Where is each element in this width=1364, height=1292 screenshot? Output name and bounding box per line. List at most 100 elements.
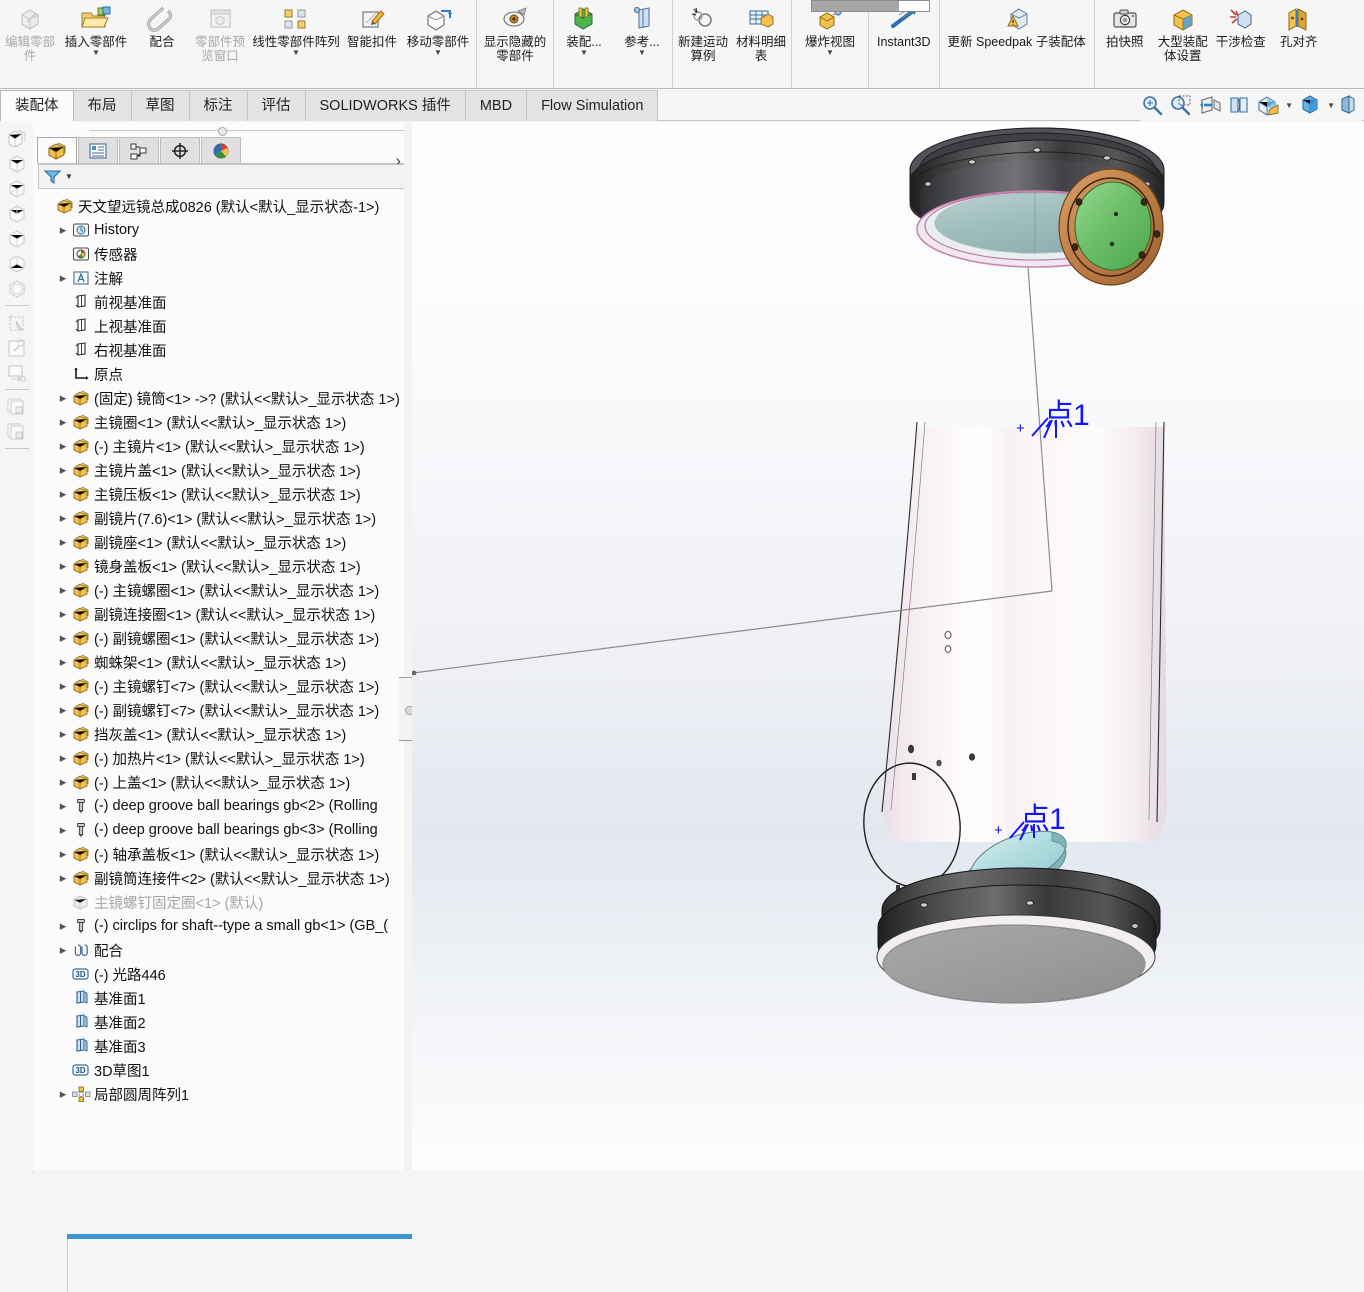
tree-node[interactable]: ▶ 3D (-) 光路446 — [33, 962, 412, 986]
tab-layout[interactable]: 布局 — [73, 90, 132, 121]
zoom-to-fit-icon[interactable] — [1140, 94, 1164, 116]
tab-dimxpert-manager[interactable] — [160, 137, 200, 163]
tab-mbd[interactable]: MBD — [465, 90, 528, 121]
expand-arrow-icon[interactable]: ▶ — [55, 537, 71, 548]
assembly-features-button[interactable]: 装配... ▼ — [555, 0, 613, 88]
panel-pin-dot[interactable] — [218, 127, 227, 136]
expand-arrow-icon[interactable]: ▶ — [55, 777, 71, 788]
expand-arrow-icon[interactable]: ▶ — [55, 945, 71, 956]
rail-icon-sphere-cube[interactable] — [4, 276, 30, 301]
view-orientation-icon[interactable] — [1227, 94, 1251, 116]
tree-node[interactable]: ▶ 基准面3 — [33, 1034, 412, 1058]
linear-component-pattern-button[interactable]: 线性零部件阵列 ▼ — [249, 0, 343, 88]
ribbon-scrollbar[interactable] — [811, 0, 930, 12]
expand-arrow-icon[interactable]: ▶ — [55, 225, 71, 236]
expand-arrow-icon[interactable]: ▶ — [55, 873, 71, 884]
rail-icon-select[interactable] — [4, 310, 30, 335]
tree-node[interactable]: ▶ 前视基准面 — [33, 290, 412, 314]
tree-node[interactable]: ▶ 副镜筒连接件<2> (默认<<默认>_显示状态 1>) — [33, 866, 412, 890]
chevron-down-icon[interactable]: ▼ — [580, 49, 588, 57]
tab-sketch[interactable]: 草图 — [131, 90, 190, 121]
expand-arrow-icon[interactable]: ▶ — [55, 849, 71, 860]
tree-node[interactable]: ▶ (-) 主镜螺钉<7> (默认<<默认>_显示状态 1>) — [33, 674, 412, 698]
tree-node[interactable]: ▶ (-) 副镜螺钉<7> (默认<<默认>_显示状态 1>) — [33, 698, 412, 722]
rail-icon-copy-stack-2[interactable] — [4, 419, 30, 444]
view-settings-icon[interactable] — [1340, 94, 1358, 116]
tree-node[interactable]: ▶ (-) 副镜螺圈<1> (默认<<默认>_显示状态 1>) — [33, 626, 412, 650]
tree-node[interactable]: ▶ (-) deep groove ball bearings gb<3> (Ro… — [33, 818, 412, 842]
zoom-to-area-icon[interactable] — [1169, 94, 1193, 116]
tree-node[interactable]: ▶ (-) 轴承盖板<1> (默认<<默认>_显示状态 1>) — [33, 842, 412, 866]
tree-node[interactable]: ▶ 配合 — [33, 938, 412, 962]
tree-node[interactable]: ▶ 局部圆周阵列1 — [33, 1082, 412, 1106]
expand-arrow-icon[interactable]: ▶ — [55, 273, 71, 284]
tab-flow-simulation[interactable]: Flow Simulation — [527, 90, 659, 121]
rail-icon-isometric-1[interactable] — [4, 126, 30, 151]
expand-arrow-icon[interactable]: ▶ — [55, 681, 71, 692]
tree-node[interactable]: ▶ 3D 3D草图1 — [33, 1058, 412, 1082]
tree-node[interactable]: ▶ 挡灰盖<1> (默认<<默认>_显示状态 1>) — [33, 722, 412, 746]
component-preview-window-button[interactable]: 零部件预览窗口 — [191, 0, 249, 88]
scene-backdrop-chevron-down-icon[interactable]: ▼ — [1327, 101, 1335, 110]
rail-icon-isometric-4[interactable] — [4, 201, 30, 226]
expand-arrow-icon[interactable]: ▶ — [55, 657, 71, 668]
tab-annotation[interactable]: 标注 — [189, 90, 248, 121]
expand-arrow-icon[interactable]: ▶ — [55, 393, 71, 404]
tab-display-manager[interactable] — [201, 137, 241, 163]
tab-assembly[interactable]: 装配体 — [0, 90, 74, 121]
interference-detection-button[interactable]: 干涉检查 — [1212, 0, 1270, 88]
display-style-chevron-down-icon[interactable]: ▼ — [1285, 101, 1293, 110]
tree-node[interactable]: ▶ 基准面1 — [33, 986, 412, 1010]
tree-node[interactable]: ▶ 注解 — [33, 266, 412, 290]
expand-arrow-icon[interactable]: ▶ — [55, 921, 71, 932]
chevron-down-icon[interactable]: ▼ — [638, 49, 646, 57]
smart-fasteners-button[interactable]: 智能扣件 — [343, 0, 401, 88]
rail-icon-tools[interactable] — [4, 335, 30, 360]
expand-arrow-icon[interactable]: ▶ — [55, 513, 71, 524]
chevron-down-icon[interactable]: ▼ — [92, 49, 100, 57]
rail-icon-isometric-3[interactable] — [4, 176, 30, 201]
reference-geometry-button[interactable]: 参考... ▼ — [613, 0, 671, 88]
tab-solidworks-addins[interactable]: SOLIDWORKS 插件 — [305, 90, 466, 121]
rail-icon-copy-stack-1[interactable] — [4, 394, 30, 419]
exploded-view-button[interactable]: 爆炸视图 ▼ — [793, 0, 867, 88]
tree-node[interactable]: ▶ 主镜片盖<1> (默认<<默认>_显示状态 1>) — [33, 458, 412, 482]
tree-node[interactable]: ▶ (-) 加热片<1> (默认<<默认>_显示状态 1>) — [33, 746, 412, 770]
rail-icon-isometric-2[interactable] — [4, 151, 30, 176]
expand-arrow-icon[interactable]: ▶ — [55, 561, 71, 572]
expand-arrow-icon[interactable]: ▶ — [55, 705, 71, 716]
expand-arrow-icon[interactable]: ▶ — [55, 417, 71, 428]
tree-node[interactable]: ▶ (-) 主镜片<1> (默认<<默认>_显示状态 1>) — [33, 434, 412, 458]
annotation-point-1-bottom[interactable]: 点1 + — [994, 794, 1066, 841]
chevron-down-icon[interactable]: ▼ — [826, 49, 834, 57]
annotation-point-1-top[interactable]: 点1 + — [1016, 390, 1090, 439]
show-hidden-components-button[interactable]: 显示隐藏的零部件 — [478, 0, 552, 88]
insert-components-button[interactable]: 插入零部件 ▼ — [59, 0, 133, 88]
feature-tree-filter[interactable]: ▼ — [38, 164, 408, 189]
tree-node[interactable]: ▶ 主镜螺钉固定圈<1> (默认) — [33, 890, 412, 914]
expand-arrow-icon[interactable]: ▶ — [55, 729, 71, 740]
expand-arrow-icon[interactable]: ▶ — [55, 489, 71, 500]
rail-icon-display-panel[interactable] — [4, 360, 30, 385]
take-snapshot-button[interactable]: 拍快照 — [1096, 0, 1154, 88]
expand-arrow-icon[interactable]: ▶ — [55, 441, 71, 452]
tree-node[interactable]: ▶ 基准面2 — [33, 1010, 412, 1034]
expand-arrow-icon[interactable]: ▶ — [55, 465, 71, 476]
tree-node[interactable]: ▶ 上视基准面 — [33, 314, 412, 338]
rollback-bar[interactable] — [67, 1234, 412, 1239]
expand-arrow-icon[interactable]: ▶ — [55, 1089, 71, 1100]
expand-arrow-icon[interactable]: ▶ — [55, 825, 71, 836]
chevron-down-icon[interactable]: ▼ — [292, 49, 300, 57]
mate-button[interactable]: 配合 — [133, 0, 191, 88]
filter-chevron-down-icon[interactable]: ▼ — [65, 172, 73, 181]
display-style-icon[interactable] — [1256, 94, 1280, 116]
telescope-assembly-model[interactable] — [412, 122, 1364, 1170]
expand-arrow-icon[interactable]: ▶ — [55, 609, 71, 620]
tree-node[interactable]: ▶ 蜘蛛架<1> (默认<<默认>_显示状态 1>) — [33, 650, 412, 674]
expand-arrow-icon[interactable]: ▶ — [55, 633, 71, 644]
tree-node[interactable]: ▶ 主镜压板<1> (默认<<默认>_显示状态 1>) — [33, 482, 412, 506]
expand-arrow-icon[interactable]: ▶ — [55, 585, 71, 596]
rail-icon-isometric-5[interactable] — [4, 226, 30, 251]
rail-icon-isometric-6[interactable] — [4, 251, 30, 276]
tab-evaluate[interactable]: 评估 — [247, 90, 306, 121]
